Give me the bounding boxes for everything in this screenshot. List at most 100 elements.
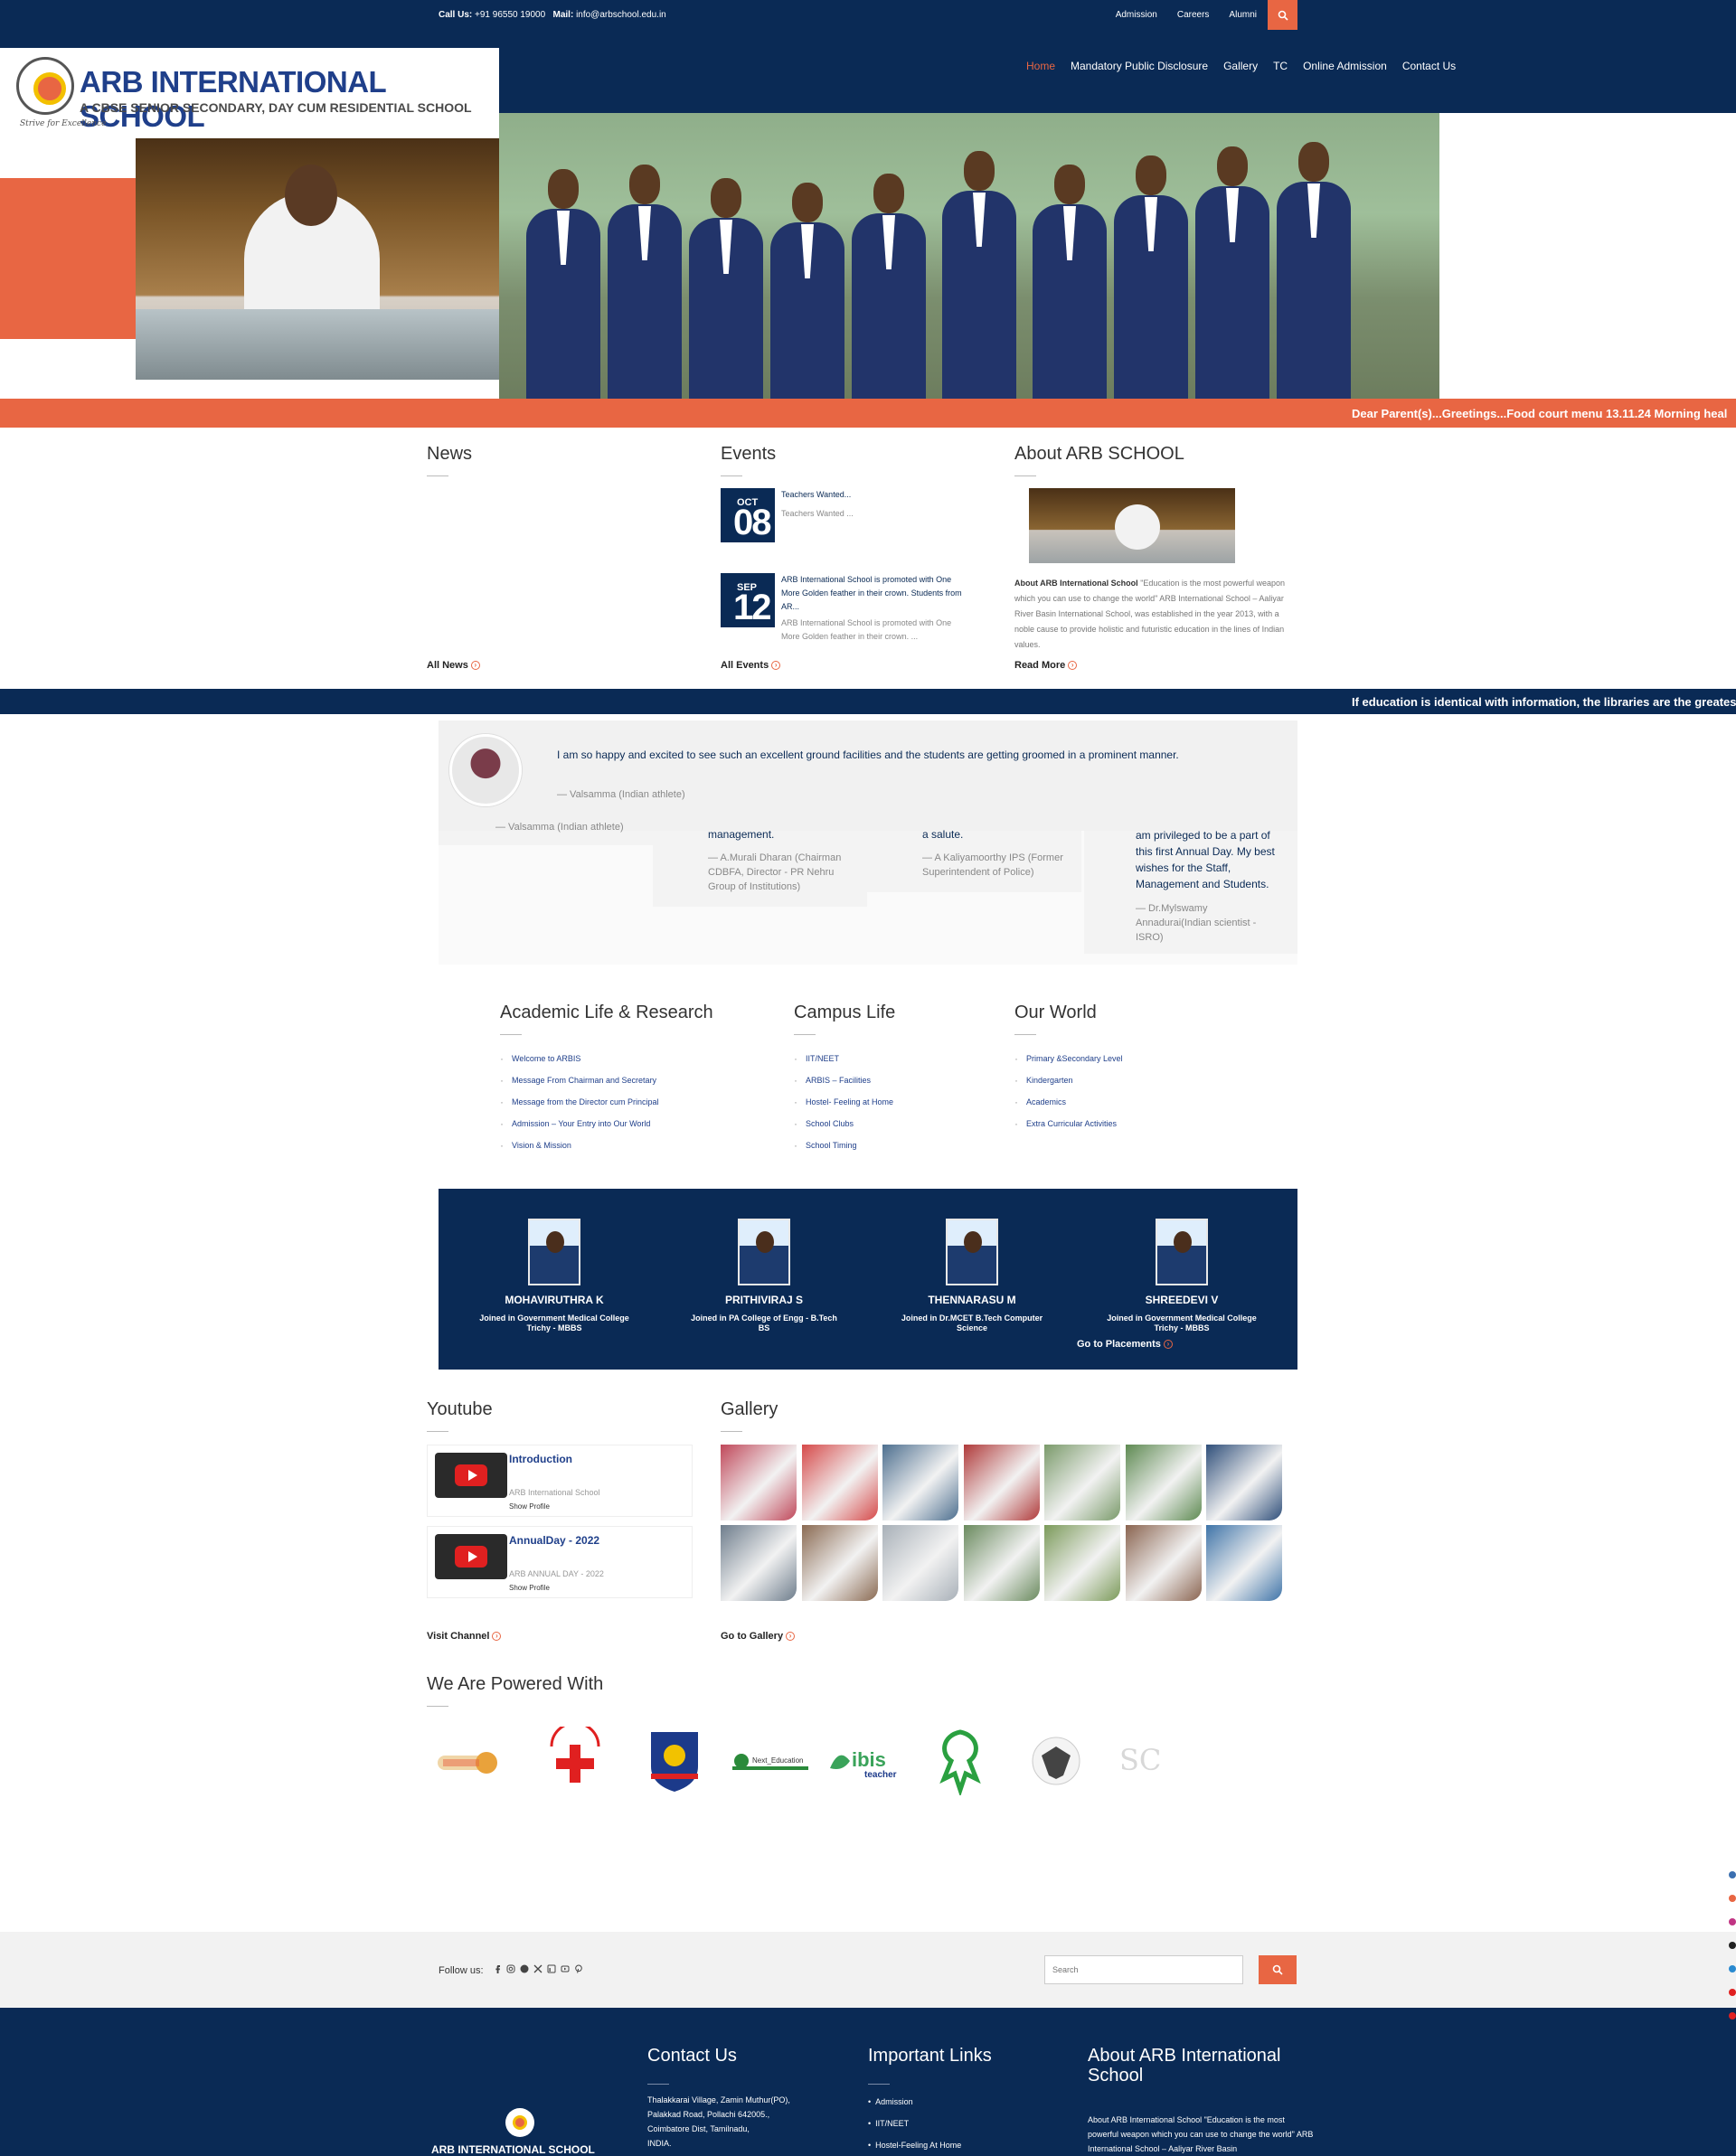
top-link-alumni[interactable]: Alumni [1229,10,1257,20]
world-links: Our World Primary &Secondary Level Kinde… [1014,1003,1231,1141]
scouts-logo[interactable] [924,1727,996,1797]
quote-ticker[interactable]: If education is identical with informati… [0,689,1736,714]
gallery-thumbnail[interactable] [801,1445,878,1520]
share-icon[interactable] [1729,1942,1736,1949]
share-icon[interactable] [1729,1965,1736,1972]
school-logo[interactable]: ARB INTERNATIONAL SCHOOL A CBSE SENIOR S… [0,48,499,138]
share-icon[interactable] [1729,1871,1736,1878]
sc-logo[interactable]: SC [1112,1727,1184,1795]
video-title[interactable]: AnnualDay - 2022 [509,1534,599,1547]
eagle-icon [1032,1737,1080,1785]
student-placement: Joined in Government Medical College Tri… [1107,1313,1257,1332]
link-admission[interactable]: Admission – Your Entry into Our World [500,1117,762,1130]
student-photo [946,1219,998,1285]
link-welcome[interactable]: Welcome to ARBIS [500,1052,762,1065]
read-more-label: Read More [1014,660,1066,671]
visit-channel-link[interactable]: Visit Channel › [427,1631,502,1642]
ncc-logo[interactable] [638,1727,711,1795]
instagram-icon[interactable] [506,1964,515,1973]
event-item[interactable]: OCT 08 Teachers Wanted... Teachers Wanted… [721,488,965,542]
gallery-thumbnail[interactable] [801,1525,878,1601]
share-icon[interactable] [1729,1895,1736,1902]
event-title[interactable]: ARB International School is promoted wit… [781,573,962,614]
link-school-timing[interactable]: School Timing [794,1139,993,1152]
pinterest-icon[interactable] [574,1964,583,1973]
student-photo [738,1219,790,1285]
link-academics[interactable]: Academics [1014,1096,1231,1108]
link-chairman-message[interactable]: Message From Chairman and Secretary [500,1074,762,1087]
testimonial-featured[interactable] [439,720,1297,831]
link-facilities[interactable]: ARBIS – Facilities [794,1074,993,1087]
link-hostel[interactable]: Hostel- Feeling at Home [794,1096,993,1108]
event-item[interactable]: SEP 12 ARB International School is promot… [721,573,965,645]
gallery-thumbnail[interactable] [1206,1525,1282,1601]
gallery-thumbnail[interactable] [1206,1445,1282,1520]
phone-link[interactable]: +91 96550 19000 [475,10,545,20]
nav-online-admission[interactable]: Online Admission [1303,60,1387,72]
linkedin-icon[interactable] [547,1964,556,1973]
link-iit-neet[interactable]: IIT/NEET [794,1052,993,1065]
video-title[interactable]: Introduction [509,1453,572,1465]
go-to-placements-link[interactable]: Go to Placements › [1077,1339,1173,1350]
read-more-link[interactable]: Read More › [1014,660,1078,671]
share-icon[interactable] [1729,2012,1736,2019]
testimonial-quote: a salute. [922,828,964,841]
email-link[interactable]: info@arbschool.edu.in [576,10,666,20]
svg-text:ibis: ibis [852,1748,886,1771]
show-profile-link[interactable]: Show Profile [509,1502,550,1511]
nav-gallery[interactable]: Gallery [1223,60,1258,72]
link-extra-curricular[interactable]: Extra Curricular Activities [1014,1117,1231,1130]
gallery-thumbnail[interactable] [1044,1445,1120,1520]
sports-trophy-logo[interactable] [434,1727,506,1795]
arrow-circle-icon: › [786,1632,796,1642]
nav-contact-us[interactable]: Contact Us [1402,60,1456,72]
footer-link-iit-neet[interactable]: • IIT/NEET [868,2116,961,2131]
facebook-icon[interactable] [493,1964,502,1973]
footer-link-hostel[interactable]: • Hostel-Feeling At Home [868,2138,961,2152]
gallery-thumbnail[interactable] [721,1525,797,1601]
gallery-thumbnail[interactable] [882,1525,958,1601]
link-director-message[interactable]: Message from the Director cum Principal [500,1096,762,1108]
footer-link-admission[interactable]: • Admission [868,2095,961,2109]
youtube-play-icon[interactable] [435,1534,507,1579]
junior-red-cross-logo[interactable] [539,1721,611,1795]
x-twitter-icon[interactable] [533,1964,542,1973]
share-icon[interactable] [1729,1989,1736,1996]
go-to-gallery-link[interactable]: Go to Gallery › [721,1631,796,1642]
share-icon[interactable] [1729,1918,1736,1925]
gallery-thumbnail[interactable] [721,1445,797,1520]
video-card[interactable]: Introduction ARB International School Sh… [427,1445,693,1517]
youtube-play-icon[interactable] [435,1453,507,1498]
announcement-ticker[interactable]: Dear Parent(s)...Greetings...Food court … [0,399,1736,428]
ibis-teacher-logo[interactable]: ibis teacher [825,1727,906,1795]
gallery-thumbnail[interactable] [963,1525,1040,1601]
eagle-emblem-logo[interactable] [1020,1727,1092,1795]
footer-about-heading: About ARB International School [1088,2046,1281,2085]
student-figure [852,174,926,399]
gallery-thumbnail[interactable] [963,1445,1040,1520]
threads-icon[interactable] [520,1964,529,1973]
event-title[interactable]: Teachers Wanted... [781,488,962,502]
link-school-clubs[interactable]: School Clubs [794,1117,993,1130]
youtube-icon[interactable] [561,1964,570,1973]
next-education-logo[interactable]: Next_Education [729,1727,810,1795]
top-search-button[interactable] [1268,0,1297,30]
footer-search-button[interactable] [1259,1955,1297,1984]
link-primary-secondary[interactable]: Primary &Secondary Level [1014,1052,1231,1065]
top-link-careers[interactable]: Careers [1177,10,1210,20]
show-profile-link[interactable]: Show Profile [509,1584,550,1592]
gallery-thumbnail[interactable] [1125,1525,1202,1601]
gallery-thumbnail[interactable] [1125,1445,1202,1520]
video-card[interactable]: AnnualDay - 2022 ARB ANNUAL DAY - 2022 S… [427,1526,693,1598]
top-link-admission[interactable]: Admission [1116,10,1157,20]
all-events-link[interactable]: All Events › [721,660,781,671]
nav-home[interactable]: Home [1026,60,1055,72]
all-news-link[interactable]: All News › [427,660,480,671]
link-kindergarten[interactable]: Kindergarten [1014,1074,1231,1087]
nav-tc[interactable]: TC [1273,60,1288,72]
gallery-thumbnail[interactable] [882,1445,958,1520]
link-vision-mission[interactable]: Vision & Mission [500,1139,762,1152]
nav-mandatory-disclosure[interactable]: Mandatory Public Disclosure [1071,60,1208,72]
gallery-thumbnail[interactable] [1044,1525,1120,1601]
footer-search-input[interactable] [1044,1955,1243,1984]
